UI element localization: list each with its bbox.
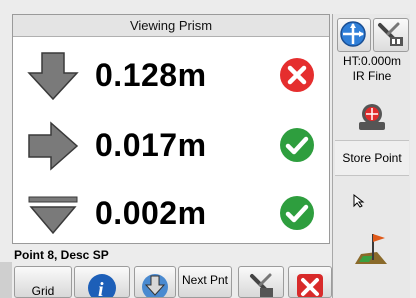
- horizontal-offset-value: 0.017m: [95, 127, 207, 163]
- instrument-sidebar: HT:0.000m IR Fine Store Point: [332, 14, 410, 298]
- target-height-value: HT:0.000m: [342, 54, 402, 68]
- cursor-icon: [353, 193, 365, 213]
- stakeout-icon: [355, 234, 387, 264]
- satellite-tools-icon: [378, 22, 403, 46]
- bottom-toolbar: Grid i Next Pnt: [0, 262, 332, 298]
- vertical-offset-value: 0.128m: [95, 57, 207, 93]
- instrument-settings-button[interactable]: [373, 18, 409, 52]
- close-button[interactable]: [288, 266, 332, 298]
- prism-target-button[interactable]: [353, 102, 391, 132]
- error-status-icon: [279, 57, 315, 93]
- prism-target-icon: [359, 104, 385, 130]
- viewing-prism-panel: Viewing Prism 0.128m 0.017m 0.002m: [12, 14, 330, 244]
- target-height-readout[interactable]: HT:0.000m IR Fine: [333, 54, 411, 84]
- info-button[interactable]: i: [74, 266, 130, 298]
- navigate-button[interactable]: [337, 18, 371, 52]
- ok-status-icon: [279, 195, 315, 231]
- stakeout-tool-button[interactable]: [351, 228, 391, 268]
- down-arrow-icon: [27, 51, 79, 101]
- ok-status-icon: [279, 127, 315, 163]
- next-point-label: Next Pnt: [181, 273, 229, 287]
- info-icon: i: [88, 274, 116, 298]
- down-arrow-level-icon: [142, 274, 168, 297]
- reading-row-right: 0.017m: [13, 113, 329, 177]
- grid-button-label: Grid: [31, 284, 55, 298]
- down-level-button[interactable]: [134, 266, 176, 298]
- compass-icon: [340, 21, 366, 47]
- panel-title: Viewing Prism: [13, 15, 329, 37]
- right-arrow-icon: [27, 121, 79, 171]
- level-icon: [27, 189, 79, 239]
- store-point-button[interactable]: Store Point: [335, 140, 409, 176]
- tools-button[interactable]: [238, 266, 284, 298]
- grid-button[interactable]: Grid: [14, 266, 72, 298]
- reading-row-level: 0.002m: [13, 181, 329, 245]
- distance-offset-value: 0.002m: [95, 195, 207, 231]
- close-icon: [297, 274, 323, 297]
- current-point-label: Point 8, Desc SP: [14, 248, 109, 262]
- satellite-tools-icon: [250, 273, 273, 297]
- measure-mode-value: IR Fine: [352, 69, 392, 83]
- svg-text:i: i: [98, 279, 104, 298]
- next-point-button[interactable]: Next Pnt: [178, 266, 232, 298]
- reading-row-cut-fill: 0.128m: [13, 43, 329, 107]
